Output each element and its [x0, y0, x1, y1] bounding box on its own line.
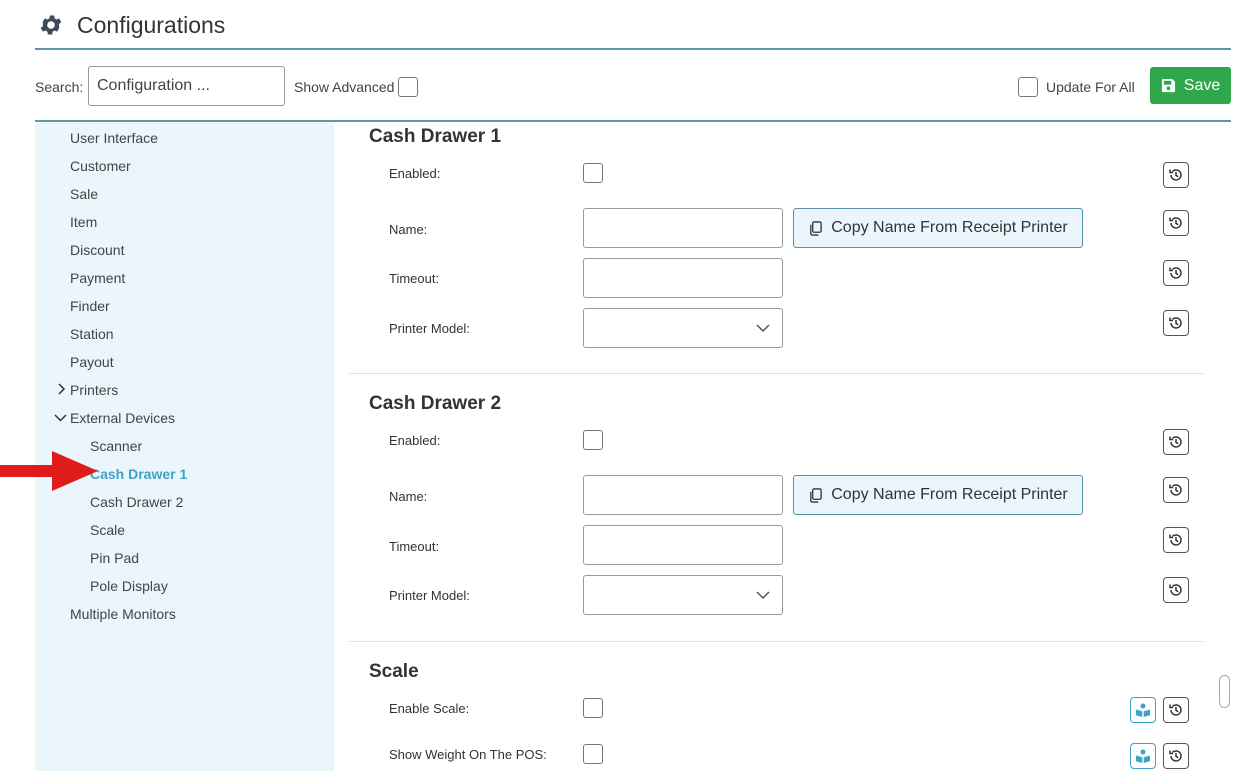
cd2-printer-model-reset-button[interactable] — [1163, 577, 1189, 603]
sidebar-item-customer[interactable]: Customer — [70, 158, 131, 174]
cd1-printer-model-label: Printer Model: — [389, 321, 470, 336]
cd1-timeout-input[interactable] — [583, 258, 783, 298]
cd2-name-reset-button[interactable] — [1163, 477, 1189, 503]
sidebar-item-finder[interactable]: Finder — [70, 298, 110, 314]
update-for-all-label: Update For All — [1046, 79, 1135, 95]
toolbar: Search: Show Advanced Update For All Sav… — [35, 52, 1231, 122]
page-header: Configurations — [35, 0, 1231, 50]
section-divider — [349, 373, 1204, 374]
sidebar-item-sale[interactable]: Sale — [70, 186, 98, 202]
sidebar-item-user-interface[interactable]: User Interface — [70, 130, 158, 146]
sidebar-item-station[interactable]: Station — [70, 326, 114, 342]
scrollbar-thumb[interactable] — [1219, 675, 1230, 708]
search-input[interactable] — [88, 66, 285, 106]
enable-scale-label: Enable Scale: — [389, 701, 470, 716]
cd1-enabled-label: Enabled: — [389, 166, 441, 181]
sidebar-item-pole-display[interactable]: Pole Display — [90, 578, 168, 594]
cd2-copy-name-label: Copy Name From Receipt Printer — [831, 486, 1068, 503]
search-label: Search: — [35, 79, 84, 95]
chevron-right-icon[interactable] — [56, 383, 66, 395]
sidebar-item-payment[interactable]: Payment — [70, 270, 125, 286]
history-icon — [1169, 436, 1182, 448]
history-icon — [1169, 750, 1182, 762]
cd1-printer-model-select[interactable] — [583, 308, 783, 348]
enable-scale-reset-button[interactable] — [1163, 697, 1189, 723]
sidebar-item-scale[interactable]: Scale — [90, 522, 125, 538]
sidebar-item-pin-pad[interactable]: Pin Pad — [90, 550, 139, 566]
show-weight-checkbox[interactable] — [583, 744, 603, 764]
sidebar-item-printers[interactable]: Printers — [70, 382, 118, 398]
sidebar-item-discount[interactable]: Discount — [70, 242, 124, 258]
cd2-timeout-input[interactable] — [583, 525, 783, 565]
section-title-cash-drawer-1: Cash Drawer 1 — [369, 126, 502, 147]
cd2-timeout-reset-button[interactable] — [1163, 527, 1189, 553]
section-title-scale: Scale — [369, 661, 419, 682]
cd2-name-label: Name: — [389, 489, 428, 504]
red-arrow-annotation — [0, 451, 98, 491]
cd2-printer-model-select[interactable] — [583, 575, 783, 615]
book-reader-icon — [1136, 749, 1150, 763]
cd2-printer-model-label: Printer Model: — [389, 588, 470, 603]
show-weight-reset-button[interactable] — [1163, 743, 1189, 769]
sidebar-item-payout[interactable]: Payout — [70, 354, 114, 370]
chevron-down-icon[interactable] — [54, 413, 67, 423]
history-icon — [1169, 484, 1182, 496]
enable-scale-help-button[interactable] — [1130, 697, 1156, 723]
history-icon — [1169, 317, 1182, 329]
show-advanced-label: Show Advanced — [294, 79, 395, 95]
show-weight-label: Show Weight On The POS: — [389, 747, 547, 762]
cd2-enabled-checkbox[interactable] — [583, 430, 603, 450]
cd1-copy-name-button[interactable]: Copy Name From Receipt Printer — [793, 208, 1083, 248]
cd2-enabled-reset-button[interactable] — [1163, 429, 1189, 455]
enable-scale-checkbox[interactable] — [583, 698, 603, 718]
copy-icon — [810, 220, 823, 236]
section-title-cash-drawer-2: Cash Drawer 2 — [369, 393, 502, 414]
save-button[interactable]: Save — [1150, 67, 1231, 104]
sidebar-item-multiple-monitors[interactable]: Multiple Monitors — [70, 606, 176, 622]
cd1-enabled-reset-button[interactable] — [1163, 162, 1189, 188]
page-title: Configurations — [77, 12, 226, 38]
cd2-copy-name-button[interactable]: Copy Name From Receipt Printer — [793, 475, 1083, 515]
cd1-timeout-label: Timeout: — [389, 271, 440, 286]
show-weight-help-button[interactable] — [1130, 743, 1156, 769]
cd2-enabled-label: Enabled: — [389, 433, 441, 448]
cd1-timeout-reset-button[interactable] — [1163, 260, 1189, 286]
book-reader-icon — [1136, 703, 1150, 717]
show-advanced-checkbox[interactable] — [398, 77, 418, 97]
sidebar-item-external-devices[interactable]: External Devices — [70, 410, 175, 426]
history-icon — [1169, 534, 1182, 546]
section-divider — [349, 641, 1204, 642]
floppy-disk-icon — [1161, 78, 1175, 93]
cd1-enabled-checkbox[interactable] — [583, 163, 603, 183]
gear-icon — [40, 15, 62, 35]
cd1-name-label: Name: — [389, 222, 428, 237]
history-icon — [1169, 169, 1182, 181]
cd1-name-reset-button[interactable] — [1163, 210, 1189, 236]
sidebar-item-cash-drawer-1[interactable]: Cash Drawer 1 — [90, 466, 187, 482]
sidebar-item-cash-drawer-2[interactable]: Cash Drawer 2 — [90, 494, 183, 510]
sidebar-item-item[interactable]: Item — [70, 214, 97, 230]
chevron-down-icon — [756, 324, 770, 333]
update-for-all-checkbox[interactable] — [1018, 77, 1038, 97]
cd1-copy-name-label: Copy Name From Receipt Printer — [831, 219, 1068, 236]
cd2-timeout-label: Timeout: — [389, 539, 440, 554]
copy-icon — [810, 487, 823, 503]
cd2-name-input[interactable] — [583, 475, 783, 515]
cd1-printer-model-reset-button[interactable] — [1163, 310, 1189, 336]
cd1-name-input[interactable] — [583, 208, 783, 248]
chevron-down-icon — [756, 591, 770, 600]
history-icon — [1169, 267, 1182, 279]
history-icon — [1169, 704, 1182, 716]
save-button-label: Save — [1183, 76, 1221, 94]
history-icon — [1169, 584, 1182, 596]
history-icon — [1169, 217, 1182, 229]
